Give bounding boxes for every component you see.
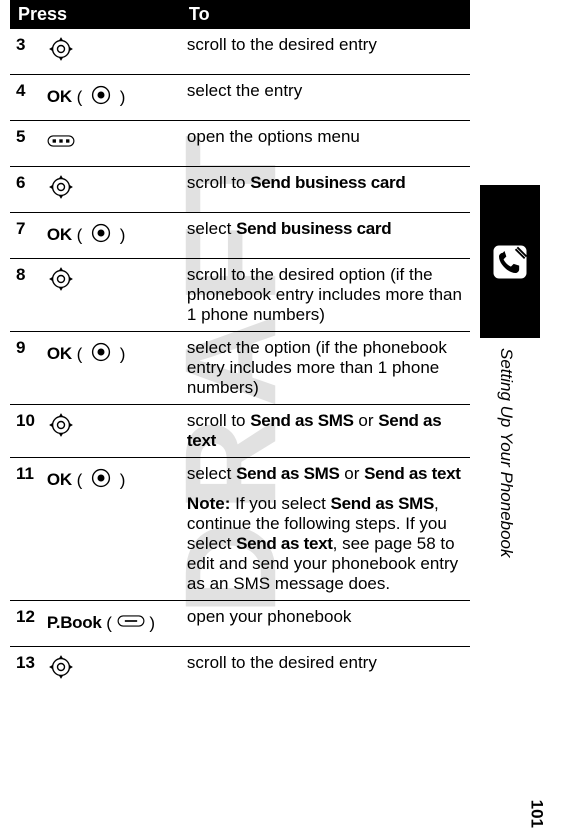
select-icon [87, 219, 115, 252]
col-header-to: To [181, 0, 470, 29]
menu-icon [47, 127, 75, 160]
nav-icon [47, 35, 75, 68]
press-cell [41, 29, 181, 75]
step-number: 13 [10, 647, 41, 693]
to-cell: select Send business card [181, 213, 470, 259]
nav-icon [47, 411, 75, 444]
table-row: 6 scroll to Send business card [10, 167, 470, 213]
note-label: Note: [187, 494, 230, 513]
press-cell [41, 121, 181, 167]
nav-icon [47, 173, 75, 206]
paren: ( [77, 88, 83, 107]
table-row: 13 scroll to the desired entry [10, 647, 470, 693]
softkey-icon [117, 607, 145, 640]
press-cell: OK ( ) [41, 332, 181, 405]
step-number: 4 [10, 75, 41, 121]
nav-icon [47, 653, 75, 686]
select-icon [87, 81, 115, 114]
table-row: 4 OK ( ) select the entry [10, 75, 470, 121]
step-number: 5 [10, 121, 41, 167]
press-cell: OK ( ) [41, 75, 181, 121]
to-cell: select the option (if the phonebook entr… [181, 332, 470, 405]
nav-icon [47, 265, 75, 298]
phone-icon [488, 240, 532, 284]
to-cell: open the options menu [181, 121, 470, 167]
table-row: 12 P.Book ( ) open your phonebook [10, 601, 470, 647]
step-number: 10 [10, 405, 41, 458]
step-number: 8 [10, 259, 41, 332]
ok-label: OK [47, 87, 72, 106]
to-cell: scroll to the desired entry [181, 647, 470, 693]
table-row: 10 scroll to Send as SMS or Send as text [10, 405, 470, 458]
table-row: 3 scroll to the desired entry [10, 29, 470, 75]
ok-label: OK [47, 225, 72, 244]
page-number: 101 [526, 800, 546, 828]
step-number: 6 [10, 167, 41, 213]
press-cell: P.Book ( ) [41, 601, 181, 647]
select-icon [87, 338, 115, 371]
to-cell: scroll to the desired option (if the pho… [181, 259, 470, 332]
table-row: 5 open the options menu [10, 121, 470, 167]
to-cell: select Send as SMS or Send as text Note:… [181, 458, 470, 601]
press-cell [41, 259, 181, 332]
step-number: 3 [10, 29, 41, 75]
press-cell [41, 405, 181, 458]
ok-label: OK [47, 470, 72, 489]
main-content: Press To 3 scroll to the desired entry 4… [0, 0, 582, 692]
step-number: 9 [10, 332, 41, 405]
table-row: 11 OK ( ) select Send as SMS or Send as … [10, 458, 470, 601]
to-cell: open your phonebook [181, 601, 470, 647]
instruction-table: Press To 3 scroll to the desired entry 4… [10, 0, 470, 692]
press-cell [41, 167, 181, 213]
pbook-label: P.Book [47, 613, 102, 632]
table-row: 7 OK ( ) select Send business card [10, 213, 470, 259]
section-title-vertical: Setting Up Your Phonebook [498, 348, 522, 708]
to-cell: scroll to the desired entry [181, 29, 470, 75]
section-tab [480, 185, 540, 338]
step-number: 11 [10, 458, 41, 601]
to-cell: select the entry [181, 75, 470, 121]
table-row: 8 scroll to the desired option (if the p… [10, 259, 470, 332]
press-cell [41, 647, 181, 693]
paren: ) [120, 88, 126, 107]
press-cell: OK ( ) [41, 213, 181, 259]
col-header-press: Press [10, 0, 181, 29]
press-cell: OK ( ) [41, 458, 181, 601]
step-number: 7 [10, 213, 41, 259]
table-row: 9 OK ( ) select the option (if the phone… [10, 332, 470, 405]
to-cell: scroll to Send as SMS or Send as text [181, 405, 470, 458]
select-icon [87, 464, 115, 497]
step-number: 12 [10, 601, 41, 647]
ok-label: OK [47, 344, 72, 363]
to-cell: scroll to Send business card [181, 167, 470, 213]
